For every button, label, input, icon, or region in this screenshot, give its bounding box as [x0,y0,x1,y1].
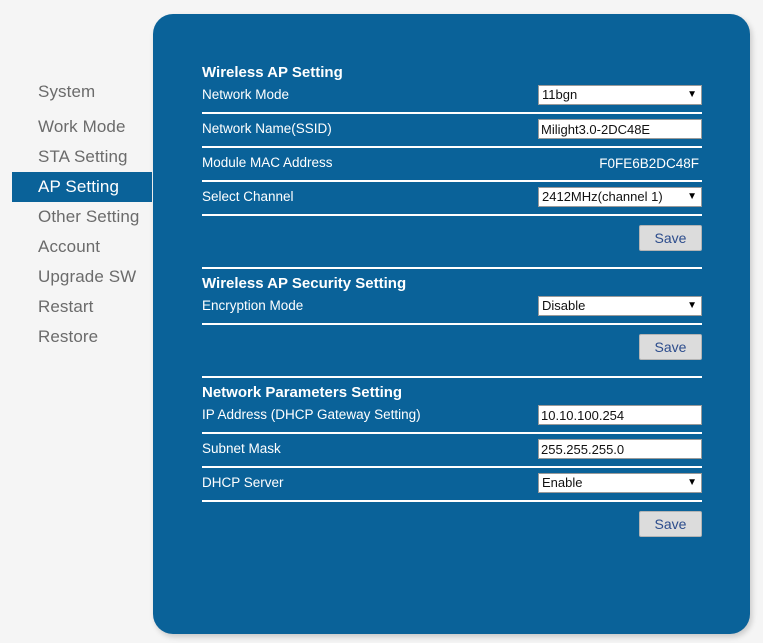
sidebar-item-other-setting[interactable]: Other Setting [12,202,152,232]
settings-panel: Wireless AP Setting Network Mode 11bgn ▼… [153,14,750,634]
sidebar-item-sta-setting[interactable]: STA Setting [12,142,152,172]
section-network-parameters-setting: Network Parameters Setting IP Address (D… [202,376,702,547]
field-row-encryption-mode: Encryption Mode Disable ▼ [202,293,702,323]
encryption-mode-select[interactable]: Disable ▼ [538,296,702,316]
field-row-dhcp-server: DHCP Server Enable ▼ [202,468,702,500]
sidebar-item-work-mode[interactable]: Work Mode [12,112,152,142]
field-label: Encryption Mode [202,298,304,313]
save-button-ap[interactable]: Save [639,225,702,251]
field-row-ip-address: IP Address (DHCP Gateway Setting) [202,402,702,432]
network-mode-select[interactable]: 11bgn ▼ [538,85,702,105]
sidebar-item-label: System [38,82,96,101]
save-button-security[interactable]: Save [639,334,702,360]
field-row-network-mode: Network Mode 11bgn ▼ [202,82,702,112]
select-channel-value: 2412MHz(channel 1) [542,189,663,204]
chevron-down-icon: ▼ [687,300,697,311]
field-label: Subnet Mask [202,441,281,456]
sidebar-item-label: Restore [38,327,99,346]
section-wireless-ap-setting: Wireless AP Setting Network Mode 11bgn ▼… [202,58,702,261]
settings-form: Wireless AP Setting Network Mode 11bgn ▼… [202,58,702,547]
sidebar-item-restore[interactable]: Restore [12,322,152,352]
chevron-down-icon: ▼ [687,477,697,488]
field-row-mac-address: Module MAC Address F0FE6B2DC48F [202,148,702,180]
sidebar-item-system[interactable]: System [12,77,152,107]
field-row-subnet-mask: Subnet Mask [202,434,702,466]
section-wireless-ap-security-setting: Wireless AP Security Setting Encryption … [202,267,702,370]
chevron-down-icon: ▼ [687,191,697,202]
sidebar-item-label: Work Mode [38,117,126,136]
field-row-ssid: Network Name(SSID) [202,114,702,146]
ap-save-row: Save [202,216,702,261]
network-save-row: Save [202,502,702,547]
encryption-mode-value: Disable [542,298,586,313]
field-label: Select Channel [202,189,294,204]
sidebar-item-label: Restart [38,297,94,316]
sidebar-item-account[interactable]: Account [12,232,152,262]
sidebar-item-label: Account [38,237,101,256]
save-button-network[interactable]: Save [639,511,702,537]
network-mode-value: 11bgn [542,87,578,102]
ssid-input[interactable] [538,119,702,139]
chevron-down-icon: ▼ [687,89,697,100]
sidebar-item-label: Upgrade SW [38,267,137,286]
field-label: IP Address (DHCP Gateway Setting) [202,407,421,422]
security-save-row: Save [202,325,702,370]
sidebar: System Work Mode STA Setting AP Setting … [0,0,153,643]
subnet-mask-input[interactable] [538,439,702,459]
mac-address-value: F0FE6B2DC48F [599,155,699,171]
section-title: Wireless AP Security Setting [202,275,407,292]
ip-address-input[interactable] [538,405,702,425]
field-label: Module MAC Address [202,155,333,170]
sidebar-item-upgrade-sw[interactable]: Upgrade SW [12,262,152,292]
select-channel-select[interactable]: 2412MHz(channel 1) ▼ [538,187,702,207]
section-title: Network Parameters Setting [202,384,403,401]
sidebar-item-restart[interactable]: Restart [12,292,152,322]
sidebar-item-label: STA Setting [38,147,128,166]
field-label: Network Name(SSID) [202,121,332,136]
dhcp-server-select[interactable]: Enable ▼ [538,473,702,493]
sidebar-item-label: Other Setting [38,207,140,226]
section-title: Wireless AP Setting [202,64,343,81]
field-label: Network Mode [202,87,290,102]
field-label: DHCP Server [202,475,284,490]
dhcp-server-value: Enable [542,475,583,490]
sidebar-item-label: AP Setting [38,177,120,196]
sidebar-item-ap-setting[interactable]: AP Setting [12,172,152,202]
field-row-select-channel: Select Channel 2412MHz(channel 1) ▼ [202,182,702,214]
